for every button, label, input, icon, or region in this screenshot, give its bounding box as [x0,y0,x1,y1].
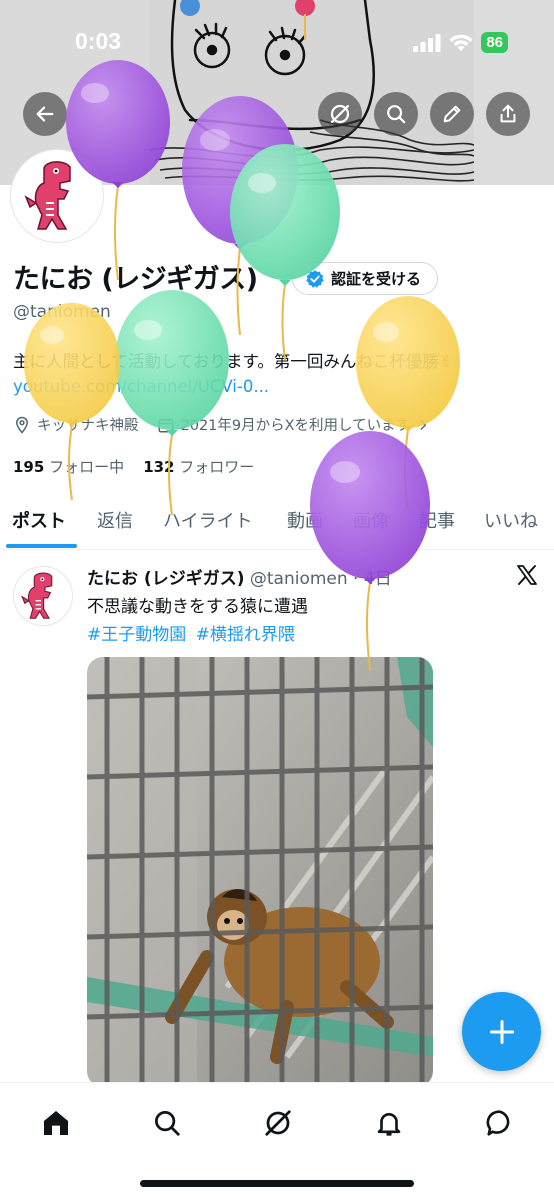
tab-images[interactable]: 画像 [353,507,389,533]
dinosaur-avatar-image [21,572,53,619]
followers-link[interactable]: 132 フォロワー [143,458,254,476]
nav-home[interactable] [36,1103,76,1143]
profile-joined: 2021年9月からXを利用しています [180,418,411,434]
following-count: 195 [13,458,45,476]
profile-handle: @taniomen [13,302,111,322]
dinosaur-avatar-image [14,153,100,239]
arrow-left-icon [36,106,54,122]
profile-tabs: ポスト 返信 ハイライト 動画 画像 記事 いいね [0,497,554,550]
compose-button[interactable] [462,992,541,1071]
search-icon [155,1111,180,1136]
followers-count: 132 [143,458,175,476]
hashtag-link[interactable]: #王子動物園 [87,625,186,645]
nav-messages[interactable] [480,1103,520,1143]
post-header: たにお (レジギガス) @taniomen · 4日 [87,569,392,589]
calendar-icon [158,417,173,432]
verify-label: 認証を受ける [331,270,422,288]
post-hashtags: #王子動物園 #横揺れ界隈 [87,620,299,645]
grok-button[interactable] [318,92,362,136]
profile-name: たにお (レジギガス) [13,264,258,295]
home-indicator [140,1180,414,1187]
following-link[interactable]: 195 フォロー中 [13,458,124,476]
location-icon [15,416,29,434]
tab-replies[interactable]: 返信 [97,507,133,533]
bell-icon [377,1113,401,1136]
monkey-video-thumbnail [87,657,433,1087]
followers-label: フォロワー [179,458,255,476]
tab-highlights[interactable]: ハイライト [163,507,253,533]
status-bar: 0:03 86 [0,0,554,80]
grok-icon [265,1110,291,1136]
post-video[interactable] [87,657,433,1087]
search-icon [387,105,406,124]
pencil-icon [443,105,461,123]
post-text: 不思議な動きをする猿に遭遇 [87,597,308,617]
profile-location: キッサナキ神殿 [37,418,139,434]
back-button[interactable] [23,92,67,136]
tab-posts[interactable]: ポスト [12,507,66,533]
post-author-name[interactable]: たにお (レジギガス) [87,569,244,589]
wifi-icon [449,34,473,51]
edit-button[interactable] [430,92,474,136]
battery-indicator: 86 [481,32,508,53]
home-icon [44,1111,68,1135]
search-button[interactable] [374,92,418,136]
verified-badge-icon [306,269,324,288]
post-author-handle[interactable]: @taniomen [250,569,348,589]
hashtag-link[interactable]: #横揺れ界隈 [196,625,295,645]
tab-videos[interactable]: 動画 [287,507,323,533]
share-button[interactable] [486,92,530,136]
active-tab-indicator [6,544,77,548]
status-time: 0:03 [75,28,122,54]
share-icon [500,104,516,123]
tab-articles[interactable]: 記事 [419,507,455,533]
tab-likes[interactable]: いいね [484,507,538,533]
nav-notifications[interactable] [369,1103,409,1143]
plus-icon [489,1019,514,1044]
message-icon [486,1110,510,1136]
post-avatar[interactable] [13,566,73,626]
nav-grok[interactable] [258,1103,298,1143]
profile-meta[interactable]: キッサナキ神殿 2021年9月からXを利用しています [13,414,430,435]
profile-bio: 主に人間として活動しております。第一回みんねこ杯優勝✌ [13,352,453,371]
nav-search[interactable] [147,1103,187,1143]
signal-icon [413,33,441,52]
grok-icon [330,104,350,124]
status-icons: 86 [413,32,508,53]
profile-avatar[interactable] [11,150,103,242]
chevron-right-icon [420,419,427,430]
x-logo-icon [517,565,537,585]
follow-stats: 195 フォロー中 132 フォロワー [13,456,254,477]
following-label: フォロー中 [49,458,125,476]
profile-link[interactable]: youtube.com/channel/UCVi-0... [13,377,269,396]
verify-button[interactable]: 認証を受ける [292,262,439,295]
post-time: 4日 [363,569,392,589]
